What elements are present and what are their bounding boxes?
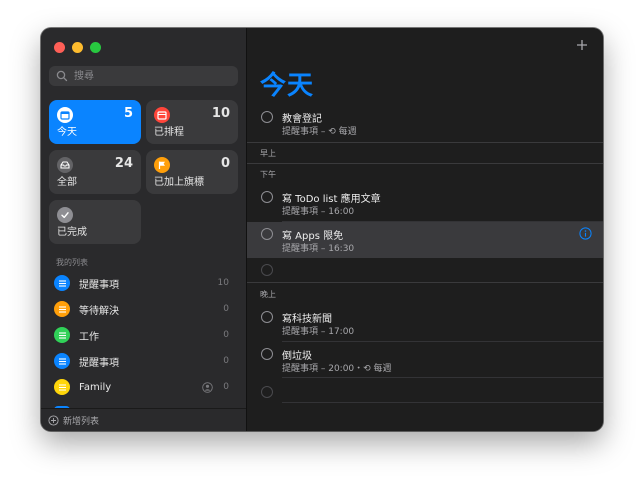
reminder-list-pane: 今天 教會登記 提醒事項 – ⟲ 每週 早上 下午 寫 ToDo list 應用… — [247, 28, 603, 431]
reminder-title[interactable]: 寫 Apps 限免 — [282, 227, 343, 242]
tray-icon — [57, 157, 73, 173]
complete-checkbox[interactable] — [261, 191, 273, 203]
list-item-work[interactable]: 工作 0 — [41, 323, 246, 347]
list-count: 0 — [223, 304, 229, 314]
list-bullet-icon — [54, 353, 70, 369]
list-name: Family — [79, 381, 112, 393]
new-reminder-row[interactable] — [247, 380, 603, 404]
smart-list-scheduled[interactable]: 10 已排程 — [146, 100, 238, 144]
reminder-subtitle: 提醒事項 – 16:00 — [282, 207, 355, 217]
list-bullet-icon — [54, 301, 70, 317]
complete-checkbox[interactable] — [261, 348, 273, 360]
reminder-title[interactable]: 倒垃圾 — [282, 347, 312, 362]
checkmark-icon — [57, 207, 73, 223]
list-item-reminders-2[interactable]: 提醒事項 0 — [41, 349, 246, 373]
search-input[interactable] — [72, 69, 236, 83]
reminder-item[interactable]: 倒垃圾 提醒事項 – 20:00・⟲ 每週 — [247, 342, 603, 378]
add-list-bar[interactable]: 新增列表 — [41, 408, 246, 431]
empty-checkbox[interactable] — [261, 264, 273, 276]
smart-list-all[interactable]: 24 全部 — [49, 150, 141, 194]
smart-list-label: 今天 — [57, 127, 77, 138]
reminder-subtitle: 提醒事項 – 16:30 — [282, 244, 355, 254]
list-item-reminders[interactable]: 提醒事項 10 — [41, 271, 246, 295]
list-count: 0 — [223, 356, 229, 366]
list-count: 0 — [223, 330, 229, 340]
row-separator — [282, 377, 603, 378]
smart-list-count: 0 — [220, 156, 230, 171]
calendar-today-icon — [57, 107, 73, 123]
reminder-item[interactable]: 教會登記 提醒事項 – ⟲ 每週 — [247, 108, 603, 142]
list-bullet-icon — [54, 275, 70, 291]
zoom-button[interactable] — [90, 42, 101, 53]
group-label-morning: 早上 — [260, 149, 276, 158]
group-label-evening: 晚上 — [260, 290, 276, 299]
reminder-item[interactable]: 寫 ToDo list 應用文章 提醒事項 – 16:00 — [247, 186, 603, 222]
group-divider — [247, 163, 603, 164]
list-name: 提醒事項 — [79, 279, 119, 291]
reminder-title[interactable]: 寫 ToDo list 應用文章 — [282, 190, 381, 205]
reminder-title[interactable]: 教會登記 — [282, 110, 322, 125]
smart-list-label: 已完成 — [57, 227, 87, 238]
smart-list-label: 全部 — [57, 177, 77, 188]
page-title: 今天 — [260, 71, 315, 101]
search-field[interactable] — [49, 66, 238, 86]
group-divider — [247, 282, 603, 283]
list-name: 等待解決 — [79, 305, 119, 317]
group-label-afternoon: 下午 — [260, 170, 276, 179]
reminder-item-selected[interactable]: 寫 Apps 限免 提醒事項 – 16:30 — [247, 222, 603, 258]
smart-list-label: 已排程 — [154, 127, 184, 138]
reminder-item[interactable]: 寫科技新聞 提醒事項 – 17:00 — [247, 306, 603, 342]
search-icon — [56, 70, 68, 82]
smart-list-today[interactable]: 5 今天 — [49, 100, 141, 144]
new-reminder-row[interactable] — [247, 258, 603, 280]
flag-icon — [154, 157, 170, 173]
reminders-window: 5 今天 10 已排程 24 全部 0 已加上旗標 — [41, 28, 603, 431]
complete-checkbox[interactable] — [261, 111, 273, 123]
list-bullet-icon — [54, 327, 70, 343]
smart-list-flagged[interactable]: 0 已加上旗標 — [146, 150, 238, 194]
reminder-subtitle: 提醒事項 – ⟲ 每週 — [282, 127, 357, 137]
list-count: 10 — [217, 278, 229, 288]
smart-list-count: 5 — [123, 106, 133, 121]
calendar-icon — [154, 107, 170, 123]
close-button[interactable] — [54, 42, 65, 53]
reminder-subtitle: 提醒事項 – 17:00 — [282, 327, 355, 337]
smart-list-count: 10 — [211, 106, 230, 121]
list-name: 提醒事項 — [79, 357, 119, 369]
smart-list-count: 24 — [114, 156, 133, 171]
reminder-subtitle: 提醒事項 – 20:00・⟲ 每週 — [282, 364, 392, 374]
my-lists-heading: 我的列表 — [56, 258, 88, 267]
list-item-pending[interactable]: 等待解決 0 — [41, 297, 246, 321]
add-list-label[interactable]: 新增列表 — [63, 414, 99, 427]
plus-icon[interactable] — [574, 37, 590, 53]
info-icon[interactable] — [579, 227, 592, 240]
add-circle-icon — [48, 414, 59, 426]
list-bullet-icon — [54, 379, 70, 395]
list-count: 0 — [223, 382, 229, 392]
minimize-button[interactable] — [72, 42, 83, 53]
complete-checkbox[interactable] — [261, 228, 273, 240]
traffic-lights — [54, 42, 101, 53]
list-item-family[interactable]: Family 0 — [41, 375, 246, 399]
smart-list-label: 已加上旗標 — [154, 177, 204, 188]
smart-list-completed[interactable]: 已完成 — [49, 200, 141, 244]
sidebar: 5 今天 10 已排程 24 全部 0 已加上旗標 — [41, 28, 247, 431]
empty-checkbox[interactable] — [261, 386, 273, 398]
shared-person-icon — [202, 381, 214, 393]
complete-checkbox[interactable] — [261, 311, 273, 323]
list-name: 工作 — [79, 331, 99, 343]
row-separator — [282, 402, 603, 403]
group-divider — [247, 142, 603, 143]
reminder-title[interactable]: 寫科技新聞 — [282, 310, 332, 325]
